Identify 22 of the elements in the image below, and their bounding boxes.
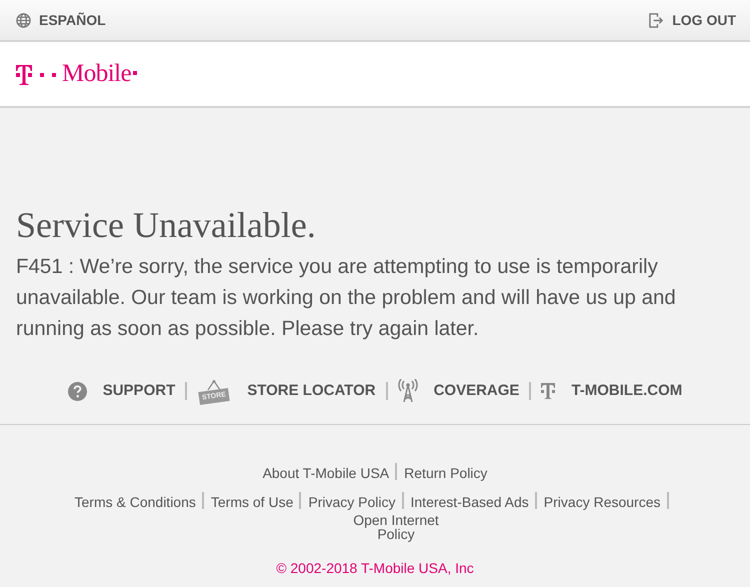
quick-link[interactable]: SUPPORT [68, 380, 176, 402]
language-link[interactable]: ESPAÑOL [16, 10, 106, 30]
t-logo-icon [541, 382, 556, 400]
logout-link[interactable]: LOG OUT [649, 10, 736, 30]
error-title: Service Unavailable. [16, 204, 317, 247]
logout-icon [649, 12, 664, 28]
quick-link[interactable]: COVERAGE [398, 379, 520, 404]
brand-name: Mobile [62, 59, 132, 90]
footer-link[interactable]: Privacy Policy [308, 492, 396, 514]
globe-icon [16, 12, 31, 28]
footer-link[interactable]: About T-Mobile USA [262, 463, 390, 484]
footer-link[interactable]: Terms & Conditions [74, 492, 196, 514]
footer-link[interactable]: Terms of Use [210, 492, 294, 514]
quick-link[interactable]: T-MOBILE.COM [541, 380, 682, 402]
tower-icon [398, 379, 418, 404]
footer-link[interactable]: Open Internet Policy [351, 513, 441, 542]
footer-link[interactable]: Return Policy [404, 463, 488, 484]
copyright-text: © 2002-2018 T-Mobile USA, Inc [275, 559, 475, 578]
footer-link[interactable]: Privacy Resources [544, 492, 660, 514]
help-icon [68, 382, 87, 401]
footer-link[interactable]: Interest-Based Ads [410, 492, 529, 514]
error-message: F451 : We’re sorry, the service you are attempting to use is temporarily unavailable. Our team is working on the problem and will have us up and running as soon as possible. Please try again later. [16, 254, 677, 342]
